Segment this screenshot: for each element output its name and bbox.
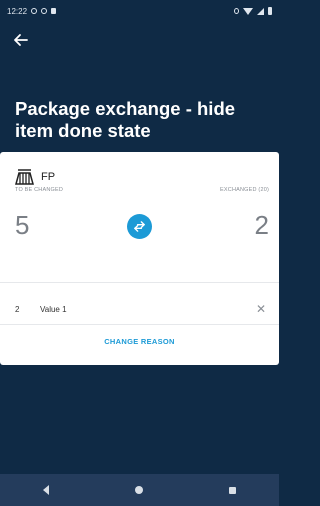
change-reason-button[interactable]: CHANGE REASON: [0, 330, 279, 352]
to-be-changed-label: TO BE CHANGED: [15, 187, 64, 193]
close-icon[interactable]: ✕: [251, 302, 271, 316]
nav-back-icon[interactable]: [43, 485, 49, 495]
location-pin-icon: [234, 8, 239, 14]
battery-icon: [268, 7, 272, 15]
nav-home-icon[interactable]: [135, 486, 143, 494]
exchanged-value: 2: [254, 210, 269, 240]
status-bar: 12:22: [0, 0, 279, 22]
item-label: FP: [41, 171, 56, 183]
item-value: Value 1: [40, 304, 67, 314]
back-arrow-svg: [14, 34, 28, 46]
to-be-changed-value: 5: [15, 210, 30, 240]
settings-icon: [31, 8, 38, 14]
location-icon: [41, 8, 48, 14]
exchange-card: FP TO BE CHANGED EXCHANGED (20) 5 2 2 Va…: [0, 152, 279, 365]
item-header: FP: [15, 166, 55, 188]
back-arrow-icon[interactable]: [10, 31, 32, 53]
list-item[interactable]: 2 Value 1 ✕: [0, 294, 279, 324]
swap-icon: [134, 221, 145, 232]
exchanged-label: EXCHANGED (20): [220, 187, 269, 193]
nav-recent-icon[interactable]: [229, 486, 236, 494]
status-left: 12:22: [7, 6, 57, 16]
system-nav-bar: [0, 474, 279, 506]
sd-card-icon: [51, 8, 57, 14]
page-title: Package exchange - hide item done state: [15, 98, 236, 141]
package-icon: [15, 169, 34, 185]
status-time: 12:22: [7, 6, 28, 16]
swap-button[interactable]: [127, 214, 152, 239]
status-right: [234, 7, 272, 15]
divider-bottom: [0, 324, 279, 325]
wifi-icon: [243, 7, 253, 15]
divider-top: [0, 282, 279, 283]
item-qty: 2: [15, 304, 20, 314]
signal-icon: [257, 7, 264, 15]
